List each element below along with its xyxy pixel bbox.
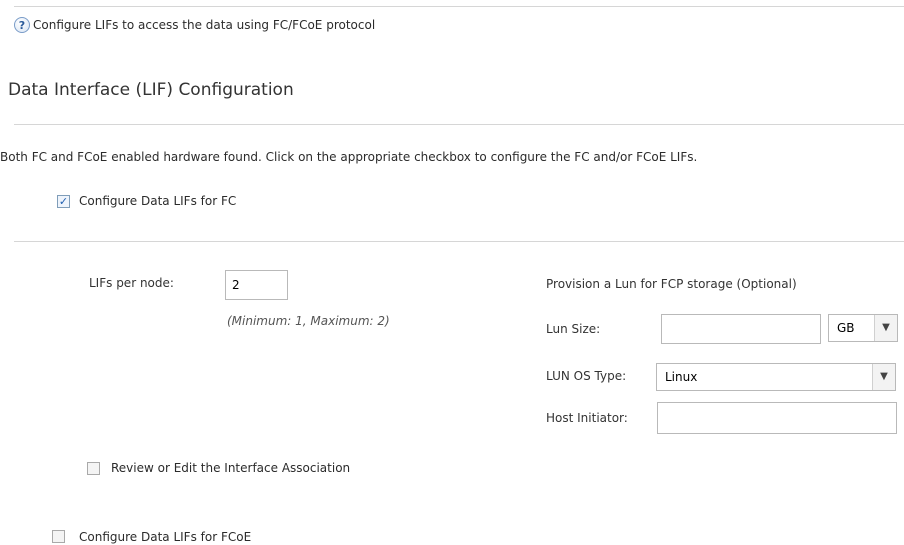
lun-size-label: Lun Size: bbox=[546, 322, 601, 336]
provision-lun-title: Provision a Lun for FCP storage (Optiona… bbox=[546, 277, 797, 291]
configure-fc-label: Configure Data LIFs for FC bbox=[79, 194, 237, 208]
host-initiator-label: Host Initiator: bbox=[546, 411, 628, 425]
configure-fcoe-checkbox[interactable] bbox=[52, 530, 65, 543]
chevron-down-icon: ▼ bbox=[872, 364, 895, 390]
top-divider bbox=[14, 6, 904, 7]
lun-size-unit-select[interactable]: GB ▼ bbox=[828, 314, 898, 342]
page-title: Data Interface (LIF) Configuration bbox=[8, 80, 294, 100]
chevron-down-icon: ▼ bbox=[874, 315, 897, 341]
help-text: Configure LIFs to access the data using … bbox=[33, 18, 376, 32]
fc-divider bbox=[14, 241, 904, 242]
lifs-per-node-input[interactable] bbox=[225, 270, 288, 300]
lun-os-type-select[interactable]: Linux ▼ bbox=[656, 363, 896, 391]
lun-os-type-value: Linux bbox=[665, 370, 698, 384]
lifs-per-node-label: LIFs per node: bbox=[89, 276, 174, 290]
review-interface-checkbox[interactable] bbox=[87, 462, 100, 475]
lun-os-type-label: LUN OS Type: bbox=[546, 369, 627, 383]
lifs-per-node-hint: (Minimum: 1, Maximum: 2) bbox=[227, 314, 390, 328]
lun-size-unit-value: GB bbox=[837, 321, 855, 335]
configure-fcoe-label: Configure Data LIFs for FCoE bbox=[79, 530, 252, 544]
help-icon[interactable]: ? bbox=[14, 17, 30, 33]
hardware-info-text: Both FC and FCoE enabled hardware found.… bbox=[0, 150, 698, 164]
lun-size-input[interactable] bbox=[661, 314, 821, 344]
title-divider bbox=[14, 124, 904, 125]
configure-fc-checkbox[interactable]: ✓ bbox=[57, 195, 70, 208]
review-interface-label: Review or Edit the Interface Association bbox=[111, 461, 351, 475]
host-initiator-input[interactable] bbox=[657, 402, 897, 434]
